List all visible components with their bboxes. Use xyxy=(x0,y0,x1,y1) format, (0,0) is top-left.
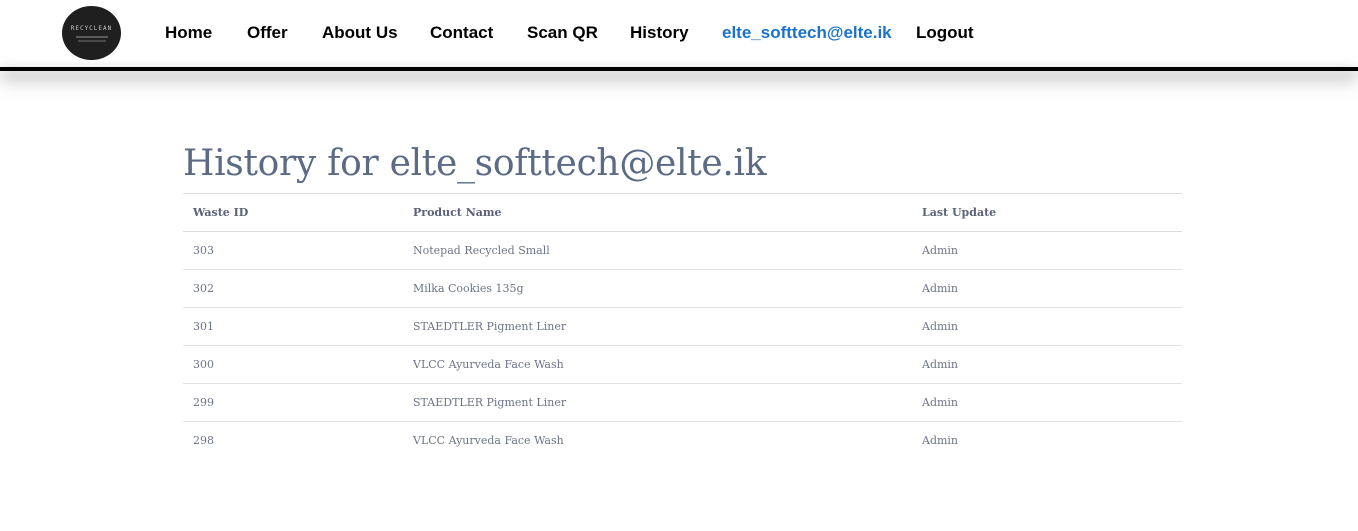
last-update-cell: Admin xyxy=(922,358,959,371)
nav-history-link[interactable]: History xyxy=(630,23,689,43)
last-update-cell: Admin xyxy=(922,282,959,295)
column-header-product-name: Product Name xyxy=(413,206,502,219)
page-title: History for elte_softtech@elte.ik xyxy=(183,143,767,184)
last-update-cell: Admin xyxy=(922,396,959,409)
nav-offer-link[interactable]: Offer xyxy=(247,23,288,43)
table-row: 298 VLCC Ayurveda Face Wash Admin xyxy=(183,422,1182,460)
product-name-cell: VLCC Ayurveda Face Wash xyxy=(413,434,564,448)
product-name-cell: STAEDTLER Pigment Liner xyxy=(413,320,567,333)
waste-id-cell: 301 xyxy=(193,320,214,333)
product-name-cell: Milka Cookies 135g xyxy=(413,282,524,295)
history-content: History for elte_softtech@elte.ik Waste … xyxy=(183,140,1182,460)
waste-id-cell: 298 xyxy=(193,434,214,448)
product-name-cell: STAEDTLER Pigment Liner xyxy=(413,396,567,409)
waste-id-cell: 303 xyxy=(193,244,214,257)
last-update-cell: Admin xyxy=(922,320,959,333)
table-row: 301 STAEDTLER Pigment Liner Admin xyxy=(183,308,1182,346)
nav-about-us-link[interactable]: About Us xyxy=(322,23,398,43)
table-row: 299 STAEDTLER Pigment Liner Admin xyxy=(183,384,1182,422)
table-row: 303 Notepad Recycled Small Admin xyxy=(183,232,1182,270)
recyclean-logo[interactable]: RECYCLEAN xyxy=(62,6,121,60)
nav-home-link[interactable]: Home xyxy=(165,23,212,43)
column-header-last-update: Last Update xyxy=(922,206,997,219)
column-header-waste-id: Waste ID xyxy=(193,206,249,219)
nav-contact-link[interactable]: Contact xyxy=(430,23,493,43)
nav-logout-link[interactable]: Logout xyxy=(916,23,974,43)
last-update-cell: Admin xyxy=(922,434,959,448)
waste-id-cell: 300 xyxy=(193,358,214,371)
waste-id-cell: 302 xyxy=(193,282,214,295)
product-name-cell: VLCC Ayurveda Face Wash xyxy=(413,358,564,371)
logo-tagline-line xyxy=(77,39,106,42)
history-table: Waste ID Product Name Last Update 303 No… xyxy=(183,193,1182,460)
nav-scan-qr-link[interactable]: Scan QR xyxy=(527,23,598,43)
product-name-cell: Notepad Recycled Small xyxy=(413,244,550,257)
top-navbar: RECYCLEAN Home Offer About Us Contact Sc… xyxy=(0,0,1358,67)
waste-id-cell: 299 xyxy=(193,396,214,409)
nav-user-account-link[interactable]: elte_softtech@elte.ik xyxy=(722,23,892,43)
table-row: 300 VLCC Ayurveda Face Wash Admin xyxy=(183,346,1182,384)
navbar-bottom-border xyxy=(0,67,1358,71)
table-row: 302 Milka Cookies 135g Admin xyxy=(183,270,1182,308)
table-header-row: Waste ID Product Name Last Update xyxy=(183,193,1182,232)
logo-tagline-line xyxy=(75,35,108,38)
last-update-cell: Admin xyxy=(922,244,959,257)
logo-text: RECYCLEAN xyxy=(70,24,113,32)
